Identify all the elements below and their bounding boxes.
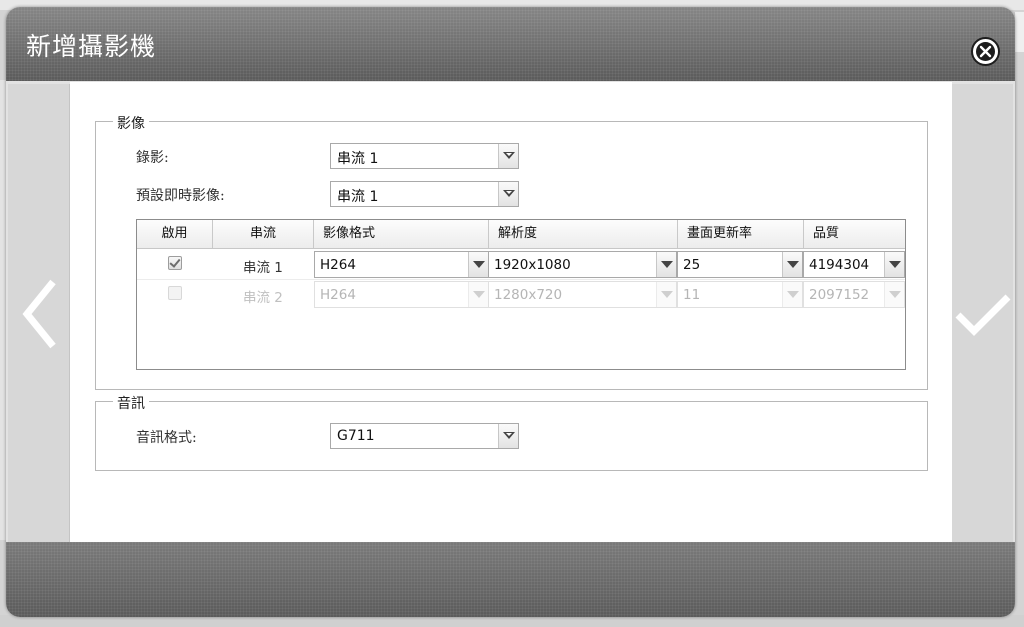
chevron-down-icon xyxy=(782,282,802,307)
framerate-select[interactable]: 25 xyxy=(677,251,803,278)
add-camera-dialog: 新增攝影機 影像 錄影: 串流 1 預設即時影像: 串流 1 啟用 串流 影像格… xyxy=(6,7,1015,617)
chevron-down-icon xyxy=(656,282,676,307)
close-icon[interactable] xyxy=(971,37,1000,66)
audio-legend: 音訊 xyxy=(113,393,149,413)
enable-checkbox[interactable] xyxy=(168,256,182,270)
stream-name: 串流 2 xyxy=(243,290,283,306)
checkmark-icon xyxy=(955,294,1011,336)
video-group: 影像 錄影: 串流 1 預設即時影像: 串流 1 啟用 串流 影像格式 解析度 … xyxy=(95,113,928,390)
live-view-stream-select[interactable]: 串流 1 xyxy=(330,181,519,207)
header-enable: 啟用 xyxy=(137,220,213,248)
chevron-down-icon xyxy=(498,182,518,206)
dialog-bottombar xyxy=(6,542,1015,617)
enable-checkbox[interactable] xyxy=(168,286,182,300)
resolution-select[interactable]: 1920x1080 xyxy=(488,251,677,278)
audio-format-label: 音訊格式: xyxy=(136,430,197,446)
header-stream: 串流 xyxy=(213,220,314,248)
chevron-down-icon xyxy=(498,144,518,168)
resolution-select[interactable]: 1280x720 xyxy=(488,281,677,308)
header-format: 影像格式 xyxy=(314,220,489,248)
chevron-down-icon xyxy=(782,252,802,277)
header-resolution: 解析度 xyxy=(489,220,678,248)
chevron-down-icon xyxy=(884,252,904,277)
dialog-title: 新增攝影機 xyxy=(26,32,157,61)
header-framerate: 畫面更新率 xyxy=(678,220,804,248)
stream-table: 啟用 串流 影像格式 解析度 畫面更新率 品質 串流 1 H264 1920x1… xyxy=(136,219,906,370)
dialog-titlebar: 新增攝影機 xyxy=(6,7,1015,81)
audio-group: 音訊 音訊格式: G711 xyxy=(95,393,928,471)
live-view-label: 預設即時影像: xyxy=(136,188,225,204)
chevron-left-icon xyxy=(22,279,56,349)
format-select[interactable]: H264 xyxy=(314,281,489,308)
audio-format-select[interactable]: G711 xyxy=(330,423,519,449)
stream-name: 串流 1 xyxy=(243,260,283,276)
chevron-down-icon xyxy=(884,282,904,307)
header-quality: 品質 xyxy=(813,226,840,241)
backdrop-strip xyxy=(1014,12,1024,52)
recording-stream-select[interactable]: 串流 1 xyxy=(330,143,519,169)
framerate-select[interactable]: 11 xyxy=(677,281,803,308)
chevron-down-icon xyxy=(498,424,518,448)
format-select[interactable]: H264 xyxy=(314,251,489,278)
quality-select[interactable]: 2097152 xyxy=(803,281,905,308)
quality-select[interactable]: 4194304 xyxy=(803,251,905,278)
confirm-button[interactable] xyxy=(951,84,1013,542)
chevron-down-icon xyxy=(656,252,676,277)
video-legend: 影像 xyxy=(113,113,149,133)
previous-button[interactable] xyxy=(8,84,70,542)
recording-label: 錄影: xyxy=(136,150,169,166)
chevron-down-icon xyxy=(468,252,488,277)
dialog-content: 影像 錄影: 串流 1 預設即時影像: 串流 1 啟用 串流 影像格式 解析度 … xyxy=(70,82,952,542)
row-divider xyxy=(137,279,905,280)
stream-table-header: 啟用 串流 影像格式 解析度 畫面更新率 品質 xyxy=(137,220,905,249)
chevron-down-icon xyxy=(468,282,488,307)
